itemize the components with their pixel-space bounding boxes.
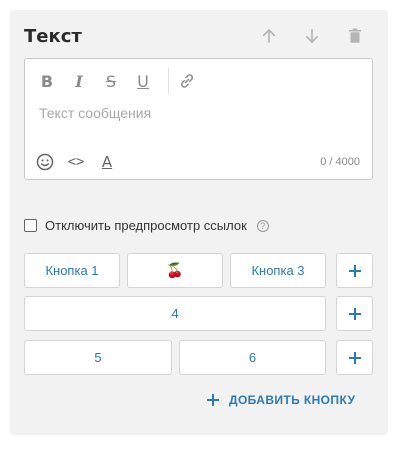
strikethrough-button[interactable]: S [100, 70, 122, 92]
plus-icon [348, 351, 361, 364]
keyboard-button-cherry[interactable]: 🍒 [127, 253, 223, 288]
message-editor[interactable]: B I S U Текст сообщения <> A 0 / 4000 [24, 58, 373, 180]
text-color-icon[interactable]: A [96, 151, 118, 173]
add-button-label[interactable]: ДОБАВИТЬ КНОПКУ [229, 393, 355, 407]
toolbar-divider [168, 68, 169, 94]
disable-link-preview-checkbox[interactable] [24, 219, 37, 232]
keyboard-button-3[interactable]: Кнопка 3 [230, 253, 326, 288]
code-icon[interactable]: <> [65, 151, 87, 173]
disable-link-preview-label[interactable]: Отключить предпросмотр ссылок [45, 218, 247, 233]
add-button-row[interactable]: ДОБАВИТЬ КНОПКУ [207, 393, 355, 407]
link-preview-option: Отключить предпросмотр ссылок ? [24, 218, 269, 233]
move-up-icon[interactable] [259, 26, 279, 46]
plus-icon [348, 307, 361, 320]
keyboard-button-6[interactable]: 6 [179, 340, 326, 375]
delete-icon[interactable] [345, 26, 365, 46]
help-icon[interactable]: ? [256, 219, 269, 232]
block-title: Текст [24, 26, 82, 47]
emoji-icon[interactable] [34, 151, 56, 173]
underline-button[interactable]: U [132, 70, 154, 92]
keyboard-button-1[interactable]: Кнопка 1 [24, 253, 120, 288]
add-to-row-3-button[interactable] [336, 340, 373, 375]
add-to-row-1-button[interactable] [336, 253, 373, 288]
message-input-placeholder[interactable]: Текст сообщения [39, 105, 151, 121]
bold-button[interactable]: B [36, 70, 58, 92]
keyboard-button-4[interactable]: 4 [24, 296, 326, 331]
char-counter: 0 / 4000 [320, 156, 360, 168]
plus-icon [348, 264, 361, 277]
italic-button[interactable]: I [68, 70, 90, 92]
move-down-icon[interactable] [302, 26, 322, 46]
text-block-card: Текст B I S U Текст сообщения <> A 0 / 4… [10, 10, 388, 435]
plus-icon [207, 394, 219, 406]
keyboard-button-5[interactable]: 5 [24, 340, 172, 375]
link-icon[interactable] [176, 70, 198, 92]
add-to-row-2-button[interactable] [336, 296, 373, 331]
